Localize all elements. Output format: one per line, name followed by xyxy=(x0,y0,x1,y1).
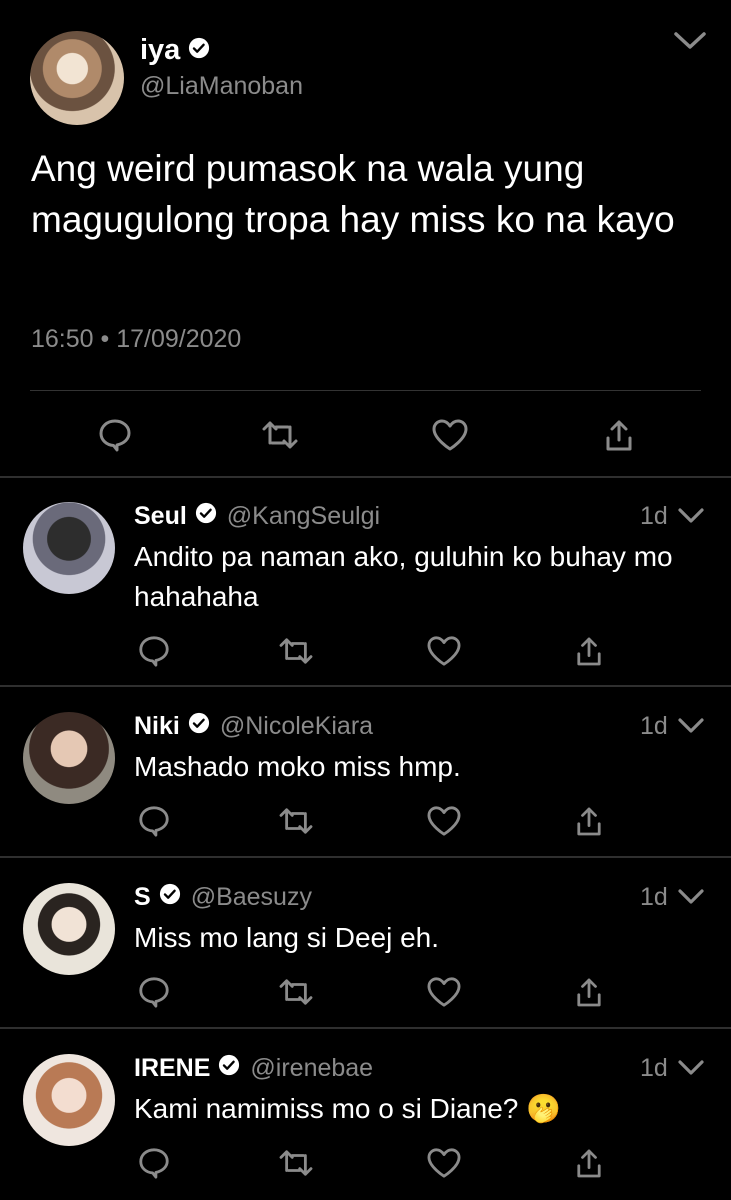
reply-text: Andito pa naman ako, guluhin ko buhay mo… xyxy=(134,541,673,612)
retweet-icon[interactable] xyxy=(276,1143,316,1183)
verified-icon xyxy=(159,883,181,912)
avatar[interactable] xyxy=(23,883,115,975)
reply-author-handle[interactable]: @KangSeulgi xyxy=(227,502,380,531)
retweet-icon[interactable] xyxy=(260,415,300,455)
reply-author-row[interactable]: Seul @KangSeulgi xyxy=(134,502,380,531)
reply-tweet[interactable]: Seul @KangSeulgi 1d Andito pa naman ako,… xyxy=(0,477,731,685)
reply-author-row[interactable]: S @Baesuzy xyxy=(134,883,312,912)
reply-time: 1d xyxy=(640,883,668,911)
author-name[interactable]: iya xyxy=(140,34,180,67)
reply-author-handle[interactable]: @NicoleKiara xyxy=(220,712,373,741)
reply-author-name[interactable]: IRENE xyxy=(134,1054,210,1083)
reply-icon[interactable] xyxy=(134,972,174,1012)
chevron-down-icon[interactable] xyxy=(673,30,707,57)
tweet-text: Ang weird pumasok na wala yung magugulon… xyxy=(31,148,675,240)
share-icon[interactable] xyxy=(569,801,609,841)
reply-tweet[interactable]: S @Baesuzy 1d Miss mo lang si Deej eh. xyxy=(0,858,731,1027)
verified-icon xyxy=(195,502,217,531)
reply-tweet[interactable]: Niki @NicoleKiara 1d Mashado moko miss h… xyxy=(0,687,731,856)
reply-author-name[interactable]: Niki xyxy=(134,712,180,741)
like-icon[interactable] xyxy=(424,801,464,841)
avatar[interactable] xyxy=(23,502,115,594)
tweet-timestamp: 16:50 • 17/09/2020 xyxy=(31,325,242,353)
reply-text: Kami namimiss mo o si Diane? 🫢 xyxy=(134,1093,561,1124)
share-icon[interactable] xyxy=(569,631,609,671)
chevron-down-icon[interactable] xyxy=(677,1059,705,1082)
reply-tweet[interactable]: IRENE @irenebae 1d Kami namimiss mo o si… xyxy=(0,1029,731,1200)
like-icon[interactable] xyxy=(424,631,464,671)
author-handle[interactable]: @LiaManoban xyxy=(140,72,303,101)
action-bar xyxy=(0,631,731,671)
divider xyxy=(30,390,701,391)
reply-icon[interactable] xyxy=(134,1143,174,1183)
like-icon[interactable] xyxy=(430,415,470,455)
reply-author-row[interactable]: IRENE @irenebae xyxy=(134,1054,373,1083)
reply-icon[interactable] xyxy=(134,631,174,671)
author-name-row[interactable]: iya xyxy=(140,34,210,67)
reply-text: Mashado moko miss hmp. xyxy=(134,751,461,782)
verified-icon xyxy=(188,712,210,741)
chevron-down-icon[interactable] xyxy=(677,507,705,530)
chevron-down-icon[interactable] xyxy=(677,717,705,740)
action-bar xyxy=(0,972,731,1012)
reply-time: 1d xyxy=(640,1054,668,1082)
share-icon[interactable] xyxy=(569,1143,609,1183)
share-icon[interactable] xyxy=(569,972,609,1012)
reply-author-handle[interactable]: @irenebae xyxy=(250,1054,373,1083)
action-bar xyxy=(0,801,731,841)
like-icon[interactable] xyxy=(424,972,464,1012)
retweet-icon[interactable] xyxy=(276,972,316,1012)
avatar[interactable] xyxy=(23,1054,115,1146)
avatar[interactable] xyxy=(23,712,115,804)
reply-author-name[interactable]: Seul xyxy=(134,502,187,531)
like-icon[interactable] xyxy=(424,1143,464,1183)
verified-icon xyxy=(218,1054,240,1083)
reply-text: Miss mo lang si Deej eh. xyxy=(134,922,440,953)
reply-time: 1d xyxy=(640,502,668,530)
verified-icon xyxy=(188,34,210,67)
share-icon[interactable] xyxy=(599,415,639,455)
action-bar xyxy=(0,415,731,455)
avatar[interactable] xyxy=(30,31,124,125)
retweet-icon[interactable] xyxy=(276,631,316,671)
reply-author-name[interactable]: S xyxy=(134,883,151,912)
main-tweet: iya @LiaManoban Ang weird pumasok na wal… xyxy=(0,0,731,477)
reply-icon[interactable] xyxy=(95,415,135,455)
reply-author-row[interactable]: Niki @NicoleKiara xyxy=(134,712,373,741)
reply-icon[interactable] xyxy=(134,801,174,841)
retweet-icon[interactable] xyxy=(276,801,316,841)
reply-author-handle[interactable]: @Baesuzy xyxy=(191,883,312,912)
chevron-down-icon[interactable] xyxy=(677,888,705,911)
reply-time: 1d xyxy=(640,712,668,740)
action-bar xyxy=(0,1143,731,1183)
